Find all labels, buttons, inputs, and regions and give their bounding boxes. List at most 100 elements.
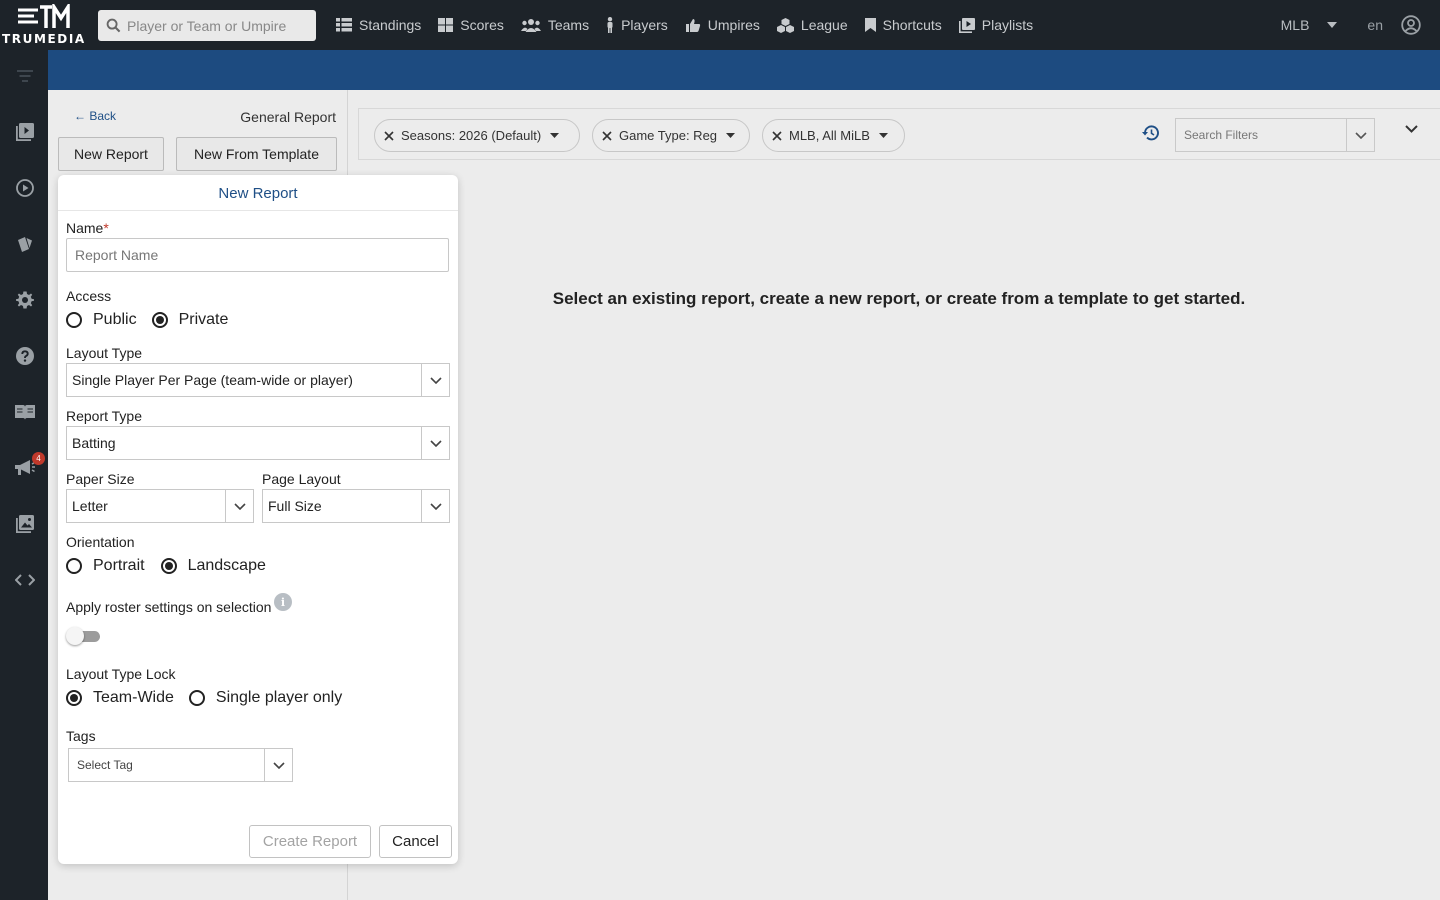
tags-select[interactable]: Select Tag — [68, 748, 293, 782]
play-circle-icon[interactable] — [15, 178, 35, 198]
filter-chip-label: Seasons: 2026 (Default) — [401, 128, 542, 143]
name-label-text: Name — [66, 220, 104, 236]
code-icon[interactable] — [15, 570, 35, 590]
chevron-down-icon — [429, 376, 442, 384]
roster-settings-toggle[interactable] — [66, 627, 102, 645]
tags-label: Tags — [66, 728, 96, 744]
select-dropdown[interactable] — [421, 364, 449, 396]
new-report-button[interactable]: New Report — [58, 137, 164, 171]
layout-type-label: Layout Type — [66, 345, 143, 361]
nav-umpires[interactable]: Umpires — [685, 17, 760, 33]
filter-bar: Seasons: 2026 (Default) Game Type: Reg M… — [358, 108, 1440, 160]
nav-players[interactable]: Players — [606, 17, 668, 33]
filter-lines-icon[interactable] — [15, 66, 35, 86]
logo-mark-icon — [18, 4, 70, 28]
radio-public[interactable] — [66, 312, 82, 328]
filter-chip-game-type[interactable]: Game Type: Reg — [592, 119, 750, 152]
league-selector[interactable]: MLB — [1281, 17, 1338, 33]
global-search[interactable] — [98, 10, 316, 41]
user-account-icon[interactable] — [1401, 15, 1421, 35]
filter-chip-seasons[interactable]: Seasons: 2026 (Default) — [374, 119, 580, 152]
filter-search-input[interactable] — [1176, 128, 1346, 142]
radio-landscape[interactable] — [160, 558, 177, 574]
filter-search-dropdown[interactable] — [1346, 119, 1374, 151]
radio-private[interactable] — [151, 312, 168, 328]
orientation-landscape-option[interactable]: Landscape — [160, 557, 266, 575]
users-icon — [520, 19, 541, 32]
chevron-down-icon[interactable] — [1405, 125, 1418, 133]
create-report-button[interactable]: Create Report — [249, 825, 371, 858]
access-private-option[interactable]: Private — [151, 311, 228, 329]
reset-history-icon[interactable] — [1141, 124, 1160, 142]
playlist-icon — [958, 17, 975, 33]
lock-single-player-option[interactable]: Single player only — [188, 689, 343, 707]
toggle-knob — [66, 627, 84, 645]
caret-down-icon — [1327, 22, 1338, 28]
select-value: Single Player Per Page (team-wide or pla… — [72, 372, 353, 388]
access-public-option[interactable]: Public — [66, 311, 137, 329]
new-from-template-button[interactable]: New From Template — [176, 137, 337, 171]
select-dropdown[interactable] — [421, 427, 449, 459]
orientation-portrait-option[interactable]: Portrait — [66, 557, 145, 575]
help-icon[interactable] — [15, 346, 35, 366]
radio-single-player[interactable] — [188, 690, 205, 706]
access-label: Access — [66, 288, 112, 304]
logo-wordmark: TRUMEDIA — [2, 32, 86, 46]
radio-portrait[interactable] — [66, 558, 82, 574]
back-link[interactable]: ← Back — [74, 109, 116, 123]
global-search-input[interactable] — [127, 17, 307, 34]
close-icon[interactable] — [384, 130, 394, 141]
lock-team-wide-option[interactable]: Team-Wide — [66, 689, 174, 707]
close-icon[interactable] — [602, 130, 612, 141]
video-library-icon[interactable] — [15, 122, 35, 142]
select-dropdown[interactable] — [225, 490, 253, 522]
caret-down-icon — [550, 133, 560, 138]
chevron-down-icon — [429, 502, 442, 510]
paper-size-select[interactable]: Letter — [66, 489, 254, 523]
page-layout-select[interactable]: Full Size — [262, 489, 450, 523]
layout-lock-radio-group: Team-Wide Single player only — [66, 689, 342, 707]
radio-label: Public — [93, 311, 137, 328]
gear-icon[interactable] — [15, 290, 35, 310]
bookmark-icon — [864, 18, 876, 32]
search-icon — [106, 18, 121, 33]
radio-label: Portrait — [93, 557, 145, 574]
trumedia-logo[interactable]: TRUMEDIA — [0, 0, 90, 50]
top-nav: TRUMEDIA Standings Scores Teams Players … — [0, 0, 1440, 50]
report-type-label: Report Type — [66, 408, 143, 424]
select-value: Letter — [72, 498, 108, 514]
nav-playlists[interactable]: Playlists — [958, 17, 1033, 33]
access-radio-group: Public Private — [66, 311, 228, 329]
notification-badge: 4 — [32, 452, 45, 465]
select-value: Select Tag — [77, 758, 133, 772]
report-name-input[interactable] — [66, 238, 449, 272]
new-report-modal: New Report Name* Access Public Private L… — [58, 175, 458, 864]
layout-type-select[interactable]: Single Player Per Page (team-wide or pla… — [66, 363, 450, 397]
select-value: Full Size — [268, 498, 322, 514]
cancel-button[interactable]: Cancel — [379, 825, 452, 858]
info-icon[interactable]: i — [274, 593, 292, 611]
select-dropdown[interactable] — [264, 749, 292, 781]
nav-teams[interactable]: Teams — [520, 17, 589, 33]
close-icon[interactable] — [772, 130, 782, 141]
radio-label: Team-Wide — [93, 689, 174, 706]
nav-standings[interactable]: Standings — [336, 17, 421, 33]
person-icon — [607, 17, 613, 33]
nav-shortcuts[interactable]: Shortcuts — [864, 17, 942, 33]
right-nav: MLB en — [1281, 0, 1440, 50]
page-layout-label: Page Layout — [262, 471, 341, 487]
filter-chip-league[interactable]: MLB, All MiLB — [762, 119, 905, 152]
chevron-down-icon — [272, 761, 285, 769]
book-icon[interactable] — [15, 402, 35, 422]
language-selector[interactable]: en — [1367, 17, 1383, 33]
images-icon[interactable] — [15, 514, 35, 534]
radio-team-wide[interactable] — [66, 690, 82, 706]
cards-icon[interactable] — [15, 234, 35, 254]
report-type-select[interactable]: Batting — [66, 426, 450, 460]
select-dropdown[interactable] — [421, 490, 449, 522]
nav-league[interactable]: League — [776, 17, 848, 33]
nav-scores[interactable]: Scores — [438, 17, 504, 33]
radio-label: Single player only — [215, 689, 343, 706]
chevron-down-icon — [1354, 131, 1367, 139]
filter-search[interactable] — [1175, 118, 1375, 152]
